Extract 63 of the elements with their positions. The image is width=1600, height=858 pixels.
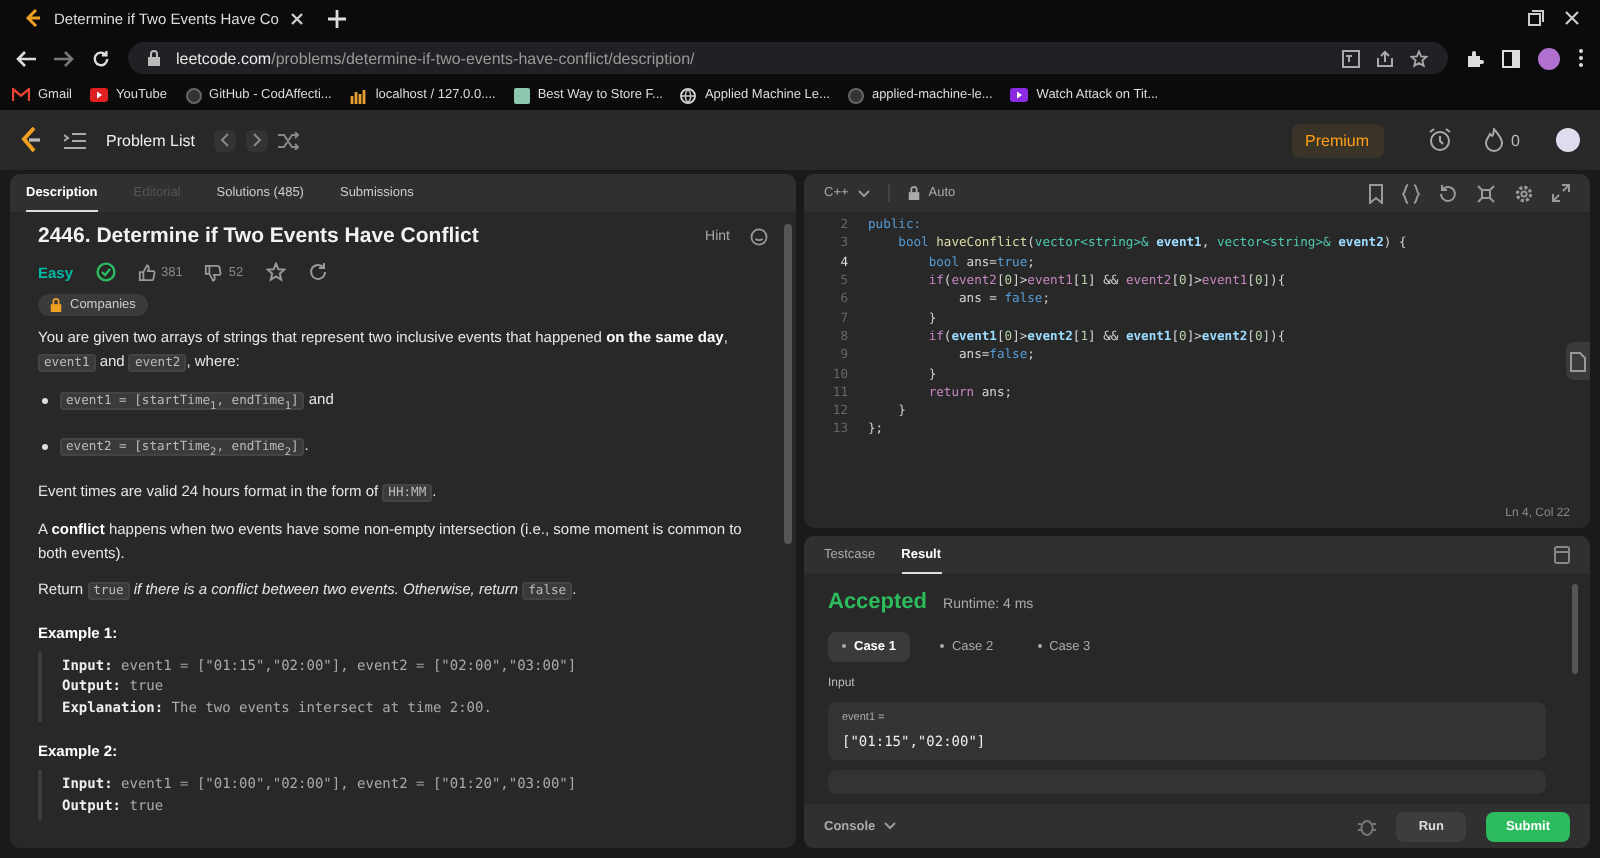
mail-icon xyxy=(12,88,30,102)
braces-icon[interactable] xyxy=(1402,183,1420,203)
square-icon xyxy=(513,87,530,103)
panel-icon[interactable] xyxy=(1554,546,1570,564)
bookmark-icon[interactable] xyxy=(1368,183,1384,203)
star-icon[interactable] xyxy=(265,262,286,282)
settings-icon[interactable] xyxy=(1514,183,1534,203)
chevron-down-icon xyxy=(858,189,871,197)
smiley-icon[interactable] xyxy=(750,227,768,245)
shuffle-icon[interactable] xyxy=(278,131,301,149)
expand-icon[interactable] xyxy=(1552,184,1570,202)
dot-icon xyxy=(939,644,944,649)
close-icon[interactable] xyxy=(290,11,305,25)
back-arrow-icon[interactable] xyxy=(16,49,36,67)
shortcut-icon[interactable] xyxy=(1476,183,1496,203)
bar-chart-icon xyxy=(349,87,368,103)
problem-title: 2446. Determine if Two Events Have Conflict xyxy=(38,224,479,248)
scrollbar[interactable] xyxy=(1572,584,1578,674)
result-status: Accepted xyxy=(828,590,928,614)
chevron-right-icon xyxy=(252,132,263,148)
reset-icon[interactable] xyxy=(1438,183,1458,203)
puzzle-icon[interactable] xyxy=(1466,49,1484,67)
star-icon[interactable] xyxy=(1410,49,1428,67)
leetcode-logo-icon[interactable] xyxy=(20,126,44,154)
streak-count: 0 xyxy=(1511,131,1520,149)
close-icon[interactable] xyxy=(1564,10,1580,26)
document-icon xyxy=(1570,351,1586,371)
bullet-icon xyxy=(42,398,48,404)
forward-arrow-icon[interactable] xyxy=(54,49,74,67)
notes-tab[interactable] xyxy=(1566,342,1590,380)
reload-icon[interactable] xyxy=(92,49,110,67)
bug-icon[interactable] xyxy=(1358,816,1377,836)
play-icon xyxy=(1010,88,1029,102)
globe-icon xyxy=(680,87,697,103)
new-tab-icon[interactable] xyxy=(328,9,347,27)
bullet-icon xyxy=(42,443,48,450)
user-avatar[interactable] xyxy=(1556,128,1580,152)
problem-list-link[interactable]: Problem List xyxy=(106,131,195,149)
scrollbar[interactable] xyxy=(784,224,792,544)
lock-icon xyxy=(148,50,160,66)
lock-icon xyxy=(50,298,62,312)
site-logo-icon xyxy=(24,8,42,28)
thumbs-up-icon xyxy=(137,263,156,281)
previous-button[interactable] xyxy=(214,129,237,151)
list-icon[interactable] xyxy=(64,131,86,149)
circle-logo-icon xyxy=(185,87,202,103)
thumbs-down-icon xyxy=(204,263,223,281)
address-bar[interactable]: leetcode.com/problems/determine-if-two-events-have-conflict/description/ xyxy=(128,42,1448,74)
next-button[interactable] xyxy=(246,129,269,151)
chevron-left-icon xyxy=(220,132,231,148)
restore-icon[interactable] xyxy=(1528,10,1544,26)
translate-icon[interactable] xyxy=(1342,49,1360,67)
more-menu-icon[interactable] xyxy=(1578,48,1584,68)
circle-logo-icon xyxy=(847,87,864,103)
profile-avatar[interactable] xyxy=(1538,47,1560,69)
sidebar-icon[interactable] xyxy=(1502,49,1520,67)
lock-icon xyxy=(908,186,921,200)
alarm-clock-icon[interactable] xyxy=(1427,128,1452,152)
dot-icon xyxy=(1037,644,1042,649)
chevron-down-icon xyxy=(883,822,896,830)
premium-button[interactable]: Premium xyxy=(1291,123,1384,157)
play-icon xyxy=(89,88,108,102)
flame-icon[interactable] xyxy=(1483,128,1504,152)
